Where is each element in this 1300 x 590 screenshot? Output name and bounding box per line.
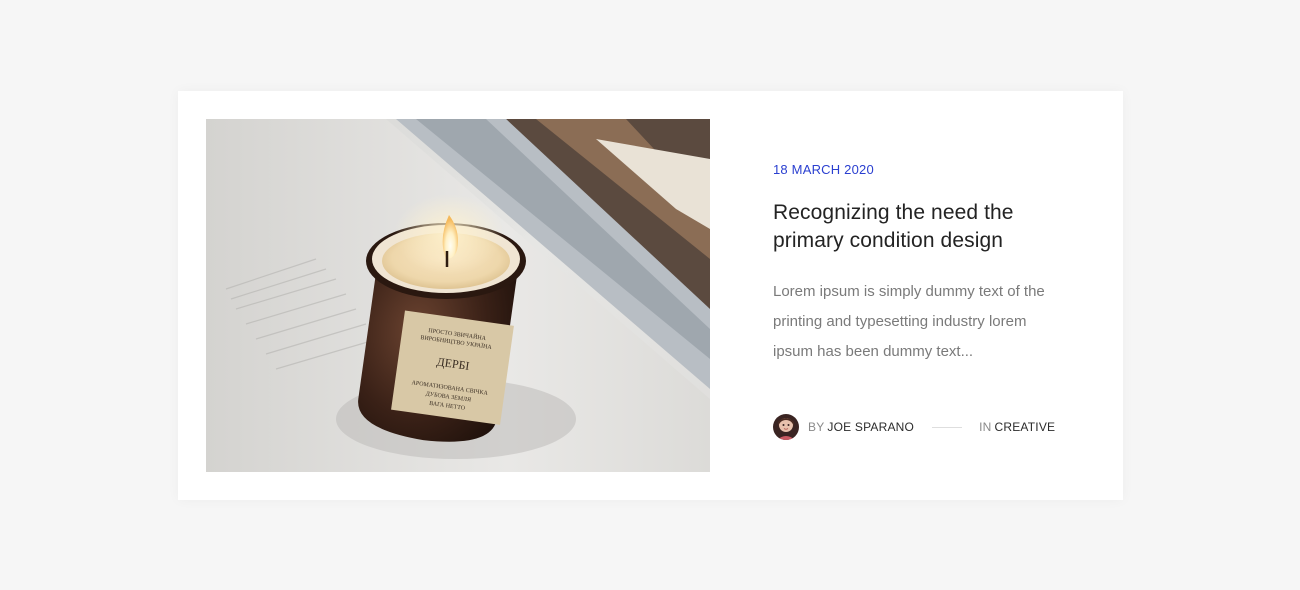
author-prefix: BY	[808, 420, 825, 434]
post-thumbnail[interactable]: ПРОСТО ЗВИЧАЙНА ВИРОБНИЦТВО УКРАЇНА ДЕРБ…	[206, 119, 710, 472]
post-content: 18 MARCH 2020 Recognizing the need the p…	[773, 161, 1073, 440]
blog-post-card: ПРОСТО ЗВИЧАЙНА ВИРОБНИЦТВО УКРАЇНА ДЕРБ…	[178, 91, 1123, 500]
post-meta: BY JOE SPARANO IN CREATIVE	[773, 414, 1073, 440]
author-avatar	[773, 414, 799, 440]
post-excerpt: Lorem ipsum is simply dummy text of the …	[773, 283, 1045, 360]
author-link[interactable]: JOE SPARANO	[827, 420, 914, 434]
category-prefix: IN	[979, 420, 992, 434]
post-title-link[interactable]: Recognizing the need the primary conditi…	[773, 201, 1014, 252]
meta-separator	[932, 426, 963, 428]
post-title: Recognizing the need the primary conditi…	[773, 199, 1073, 255]
candle-jar-photo: ПРОСТО ЗВИЧАЙНА ВИРОБНИЦТВО УКРАЇНА ДЕРБ…	[206, 119, 710, 472]
post-date[interactable]: 18 MARCH 2020	[773, 161, 1073, 179]
category-link[interactable]: CREATIVE	[995, 420, 1056, 434]
